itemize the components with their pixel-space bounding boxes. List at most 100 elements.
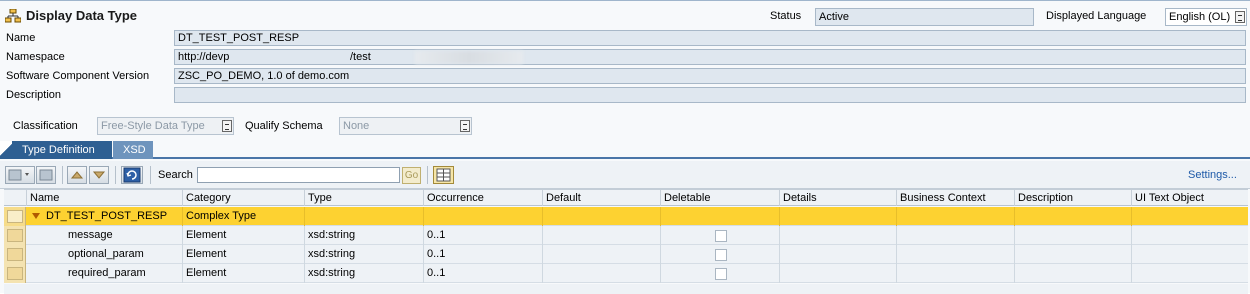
classification-label: Classification [13, 120, 78, 132]
search-label: Search [158, 169, 193, 181]
row-selector-knob [7, 229, 23, 242]
business-context-cell [896, 207, 1014, 226]
description-cell [1014, 226, 1131, 245]
table-row[interactable]: optional_param Element xsd:string 0..1 [4, 245, 1248, 264]
row-selector[interactable] [4, 226, 26, 245]
column-header-description[interactable]: Description [1014, 190, 1131, 206]
default-cell [542, 245, 660, 264]
name-label: Name [6, 32, 36, 44]
name-cell: required_param [68, 267, 146, 279]
namespace-suffix: /test [350, 51, 371, 63]
displayed-language-select[interactable]: English (OL) [1165, 8, 1247, 26]
data-type-structure-icon [5, 9, 21, 23]
dropdown-icon[interactable] [460, 120, 470, 132]
column-header-business-context[interactable]: Business Context [896, 190, 1014, 206]
table-row[interactable]: required_param Element xsd:string 0..1 [4, 264, 1248, 283]
search-input[interactable] [197, 167, 400, 183]
row-selector-knob [7, 210, 23, 223]
status-field: Active [815, 8, 1034, 26]
deletable-checkbox[interactable] [715, 230, 727, 242]
row-selector[interactable] [4, 245, 26, 264]
title-bar: Display Data Type Status Active Displaye… [0, 1, 1250, 31]
deletable-cell [660, 207, 779, 226]
type-cell: xsd:string [304, 264, 423, 283]
name-field: DT_TEST_POST_RESP [174, 30, 1246, 46]
name-text: DT_TEST_POST_RESP [46, 210, 168, 222]
namespace-prefix: http://devp [178, 51, 230, 63]
row-selector[interactable] [4, 207, 26, 226]
dropdown-icon[interactable] [222, 120, 232, 132]
scv-row: Software Component Version ZSC_PO_DEMO, … [0, 67, 1250, 86]
category-cell: Element [182, 264, 304, 283]
column-header-category[interactable]: Category [182, 190, 304, 206]
ui-text-object-cell [1131, 226, 1248, 245]
delete-row-button[interactable] [36, 166, 56, 184]
deletable-checkbox[interactable] [715, 249, 727, 261]
qualify-schema-value: None [343, 120, 370, 132]
column-header-type[interactable]: Type [304, 190, 423, 206]
go-button[interactable]: Go [402, 167, 421, 184]
description-cell [1014, 207, 1131, 226]
delete-row-icon [39, 169, 53, 181]
name-cell: DT_TEST_POST_RESP [26, 207, 182, 226]
occurrence-cell: 0..1 [423, 226, 542, 245]
description-cell [1014, 264, 1131, 283]
category-cell: Complex Type [182, 207, 304, 226]
tab-xsd[interactable]: XSD [113, 141, 153, 159]
occurrence-cell: 0..1 [423, 264, 542, 283]
toolbar-separator [62, 166, 63, 184]
occurrence-cell [423, 207, 542, 226]
table-header: Name Category Type Occurrence Default De… [4, 189, 1248, 206]
status-label: Status [770, 10, 802, 22]
row-selector-knob [7, 267, 23, 280]
refresh-icon [123, 167, 141, 183]
column-header-name[interactable]: Name [26, 190, 182, 206]
insert-row-button[interactable] [5, 166, 35, 184]
qualify-schema-select[interactable]: None [339, 117, 472, 135]
ui-text-object-cell [1131, 245, 1248, 264]
dropdown-icon[interactable] [1235, 11, 1245, 23]
description-cell [1014, 245, 1131, 264]
column-layout-button[interactable] [433, 166, 454, 184]
details-cell [779, 207, 896, 226]
qualify-schema-label: Qualify Schema [245, 120, 323, 132]
move-up-button[interactable] [67, 166, 87, 184]
deletable-cell [660, 226, 779, 245]
row-selector[interactable] [4, 264, 26, 283]
select-all-cell[interactable] [4, 190, 26, 206]
arrow-up-icon [70, 171, 84, 179]
default-cell [542, 207, 660, 226]
column-header-occurrence[interactable]: Occurrence [423, 190, 542, 206]
classification-value: Free-Style Data Type [101, 120, 205, 132]
details-cell [779, 245, 896, 264]
deletable-checkbox[interactable] [715, 268, 727, 280]
arrow-down-icon [92, 171, 106, 179]
name-cell: message [68, 229, 113, 241]
refresh-button[interactable] [121, 166, 143, 184]
redacted-blur [415, 51, 523, 64]
insert-row-icon [8, 169, 29, 181]
column-header-default[interactable]: Default [542, 190, 660, 206]
tab-corner [0, 141, 12, 159]
classification-select[interactable]: Free-Style Data Type [97, 117, 234, 135]
type-cell: xsd:string [304, 226, 423, 245]
toolbar-separator [150, 166, 151, 184]
table-row[interactable]: DT_TEST_POST_RESP Complex Type [4, 207, 1248, 226]
table-row[interactable]: message Element xsd:string 0..1 [4, 226, 1248, 245]
expand-triangle-icon[interactable] [32, 213, 40, 220]
name-row: Name DT_TEST_POST_RESP [0, 29, 1250, 48]
column-header-deletable[interactable]: Deletable [660, 190, 779, 206]
description-field[interactable] [174, 87, 1246, 103]
displayed-language-value: English (OL) [1169, 11, 1231, 23]
details-cell [779, 226, 896, 245]
tab-type-definition[interactable]: Type Definition [12, 141, 112, 159]
toolbar: Search Go Settings... [0, 161, 1250, 189]
column-header-ui-text-object[interactable]: UI Text Object [1131, 190, 1248, 206]
move-down-button[interactable] [89, 166, 109, 184]
settings-link[interactable]: Settings... [1188, 169, 1237, 181]
type-cell [304, 207, 423, 226]
toolbar-separator [115, 166, 116, 184]
column-header-details[interactable]: Details [779, 190, 896, 206]
namespace-field: http://devp /test [174, 49, 1246, 65]
displayed-language-label: Displayed Language [1046, 10, 1147, 22]
